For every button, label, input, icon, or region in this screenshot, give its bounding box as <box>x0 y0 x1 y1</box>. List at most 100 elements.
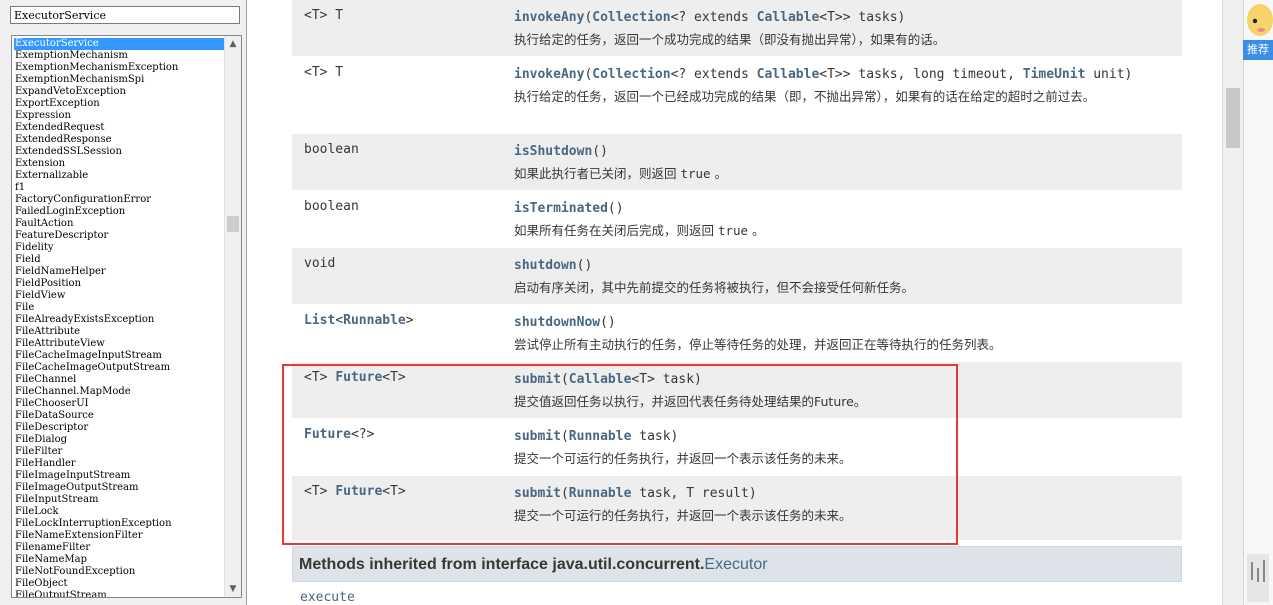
method-name-link[interactable]: isTerminated <box>514 201 608 216</box>
chevron-down-icon[interactable]: ▼ <box>225 581 241 597</box>
class-list-item[interactable]: FileChannel <box>14 374 224 386</box>
method-params: () <box>576 258 593 273</box>
side-widget-strip <box>1243 0 1273 605</box>
class-list-item[interactable]: FileCacheImageInputStream <box>14 350 224 362</box>
method-signature: isShutdown() <box>514 142 1172 162</box>
class-list-item[interactable]: Expression <box>14 110 224 122</box>
method-signature: isTerminated() <box>514 199 1172 219</box>
return-type: boolean <box>304 199 359 214</box>
class-list-item[interactable]: FileObject <box>14 578 224 590</box>
page-scrollbar-thumb[interactable] <box>1226 88 1240 148</box>
method-description: 尝试停止所有主动执行的任务，停止等待任务的处理，并返回正在等待执行的任务列表。 <box>514 337 1002 352</box>
return-type: <T> T <box>304 65 344 80</box>
method-row: <T> T invokeAny(Collection<? extends Call… <box>292 0 1182 57</box>
class-list-item[interactable]: FileLock <box>14 506 224 518</box>
method-row: boolean isShutdown() 如果此执行者已关闭，则返回 true 。 <box>292 134 1182 191</box>
page-scrollbar[interactable] <box>1222 0 1244 605</box>
class-list-item[interactable]: ExtendedRequest <box>14 122 224 134</box>
method-description: 启动有序关闭，其中先前提交的任务将被执行，但不会接受任何新任务。 <box>514 280 915 295</box>
method-signature: invokeAny(Collection<? extends Callable<… <box>514 65 1172 85</box>
class-list-item[interactable]: FileDialog <box>14 434 224 446</box>
recommend-tab[interactable]: 推荐 <box>1243 40 1273 60</box>
class-list-item[interactable]: File <box>14 302 224 314</box>
method-detail: invokeAny(Collection<? extends Callable<… <box>514 0 1182 56</box>
method-signature: invokeAny(Collection<? extends Callable<… <box>514 8 1172 28</box>
class-list-item[interactable]: FileImageOutputStream <box>14 482 224 494</box>
method-detail: shutdown() 启动有序关闭，其中先前提交的任务将被执行，但不会接受任何新任… <box>514 248 1182 304</box>
method-params: () <box>600 315 616 330</box>
class-list-item[interactable]: FileChannel.MapMode <box>14 386 224 398</box>
search-input[interactable] <box>10 6 240 24</box>
class-list-item[interactable]: FileNameExtensionFilter <box>14 530 224 542</box>
class-list-item[interactable]: FaultAction <box>14 218 224 230</box>
class-index-panel: ExecutorServiceExemptionMechanismExempti… <box>0 0 247 605</box>
method-row: List<Runnable> shutdownNow() 尝试停止所有主动执行的任务… <box>292 305 1182 362</box>
return-type: void <box>304 256 336 271</box>
class-list-item[interactable]: FactoryConfigurationError <box>14 194 224 206</box>
class-list-item[interactable]: ExportException <box>14 98 224 110</box>
class-list-item[interactable]: ExpandVetoException <box>14 86 224 98</box>
return-type: <T> T <box>304 8 344 23</box>
return-type: List<Runnable> <box>304 313 414 328</box>
class-list-item[interactable]: ExtendedResponse <box>14 134 224 146</box>
executor-link[interactable]: Executor <box>704 556 767 573</box>
method-description: 执行给定的任务，返回一个已经成功完成的结果（即，不抛出异常），如果有的话在给定的… <box>514 89 1096 104</box>
method-detail: isShutdown() 如果此执行者已关闭，则返回 true 。 <box>514 134 1182 190</box>
class-list-item[interactable]: ExtendedSSLSession <box>14 146 224 158</box>
class-list-item[interactable]: FilenameFilter <box>14 542 224 554</box>
method-description: 如果所有任务在关闭后完成，则返回 true 。 <box>514 223 765 238</box>
method-detail: shutdownNow() 尝试停止所有主动执行的任务，停止等待任务的处理，并返回… <box>514 305 1182 361</box>
class-list-item[interactable]: FeatureDescriptor <box>14 230 224 242</box>
class-list-scrollbar[interactable]: ▲ ▼ <box>224 36 241 597</box>
method-description: 执行给定的任务，返回一个成功完成的结果（即没有抛出异常），如果有的话。 <box>514 32 946 47</box>
mascot-icon[interactable] <box>1243 0 1273 40</box>
decorative-side-icon <box>1247 554 1269 602</box>
method-description: 如果此执行者已关闭，则返回 true 。 <box>514 166 728 181</box>
class-list-item[interactable]: FileImageInputStream <box>14 470 224 482</box>
class-list-item[interactable]: Fidelity <box>14 242 224 254</box>
class-list-item[interactable]: FileOutputStream <box>14 590 224 597</box>
class-list[interactable]: ExecutorService ExemptionMechanism Exempti… <box>11 35 242 598</box>
inherited-method-execute[interactable]: execute <box>300 590 355 605</box>
class-list-item[interactable]: Externalizable <box>14 170 224 182</box>
method-name-link[interactable]: shutdownNow <box>514 315 600 330</box>
class-list-item[interactable]: ExemptionMechanismSpi <box>14 74 224 86</box>
inherited-methods-header: Methods inherited from interface java.ut… <box>292 546 1182 582</box>
class-list-item[interactable]: f1 <box>14 182 224 194</box>
class-list-item[interactable]: FileInputStream <box>14 494 224 506</box>
scrollbar-thumb[interactable] <box>227 216 239 232</box>
method-name-link[interactable]: isShutdown <box>514 144 592 159</box>
class-list-item[interactable]: FileNotFoundException <box>14 566 224 578</box>
class-list-item[interactable]: FileFilter <box>14 446 224 458</box>
class-list-item[interactable]: ExemptionMechanism <box>14 50 224 62</box>
class-list-item[interactable]: FieldView <box>14 290 224 302</box>
class-list-item[interactable]: Extension <box>14 158 224 170</box>
inherited-prefix: Methods inherited from interface java.ut… <box>299 556 705 573</box>
class-list-item[interactable]: FileDataSource <box>14 410 224 422</box>
highlight-annotation <box>282 364 958 545</box>
method-name-link[interactable]: invokeAny <box>514 10 584 25</box>
class-list-item-selected[interactable]: ExecutorService <box>14 38 224 50</box>
method-name-link[interactable]: shutdown <box>514 258 577 273</box>
class-list-item[interactable]: FieldPosition <box>14 278 224 290</box>
chevron-up-icon[interactable]: ▲ <box>225 36 241 52</box>
method-name-link[interactable]: invokeAny <box>514 67 584 82</box>
class-list-item[interactable]: FileCacheImageOutputStream <box>14 362 224 374</box>
class-list-item[interactable]: Field <box>14 254 224 266</box>
class-list-item[interactable]: FileChooserUI <box>14 398 224 410</box>
class-list-item[interactable]: FieldNameHelper <box>14 266 224 278</box>
method-params: (Collection<? extends Callable<T>> tasks… <box>584 67 1133 82</box>
method-params: () <box>607 201 624 216</box>
class-list-item[interactable]: ExemptionMechanismException <box>14 62 224 74</box>
class-list-item[interactable]: FileAlreadyExistsException <box>14 314 224 326</box>
class-list-item[interactable]: FileAttributeView <box>14 338 224 350</box>
class-list-item[interactable]: FileHandler <box>14 458 224 470</box>
method-row: boolean isTerminated() 如果所有任务在关闭后完成，则返回 tr… <box>292 191 1182 248</box>
method-signature: shutdown() <box>514 256 1172 276</box>
class-list-item[interactable]: FileDescriptor <box>14 422 224 434</box>
class-list-item[interactable]: FileLockInterruptionException <box>14 518 224 530</box>
class-list-item[interactable]: FileNameMap <box>14 554 224 566</box>
method-row: <T> T invokeAny(Collection<? extends Call… <box>292 57 1182 134</box>
class-list-item[interactable]: FailedLoginException <box>14 206 224 218</box>
class-list-item[interactable]: FileAttribute <box>14 326 224 338</box>
